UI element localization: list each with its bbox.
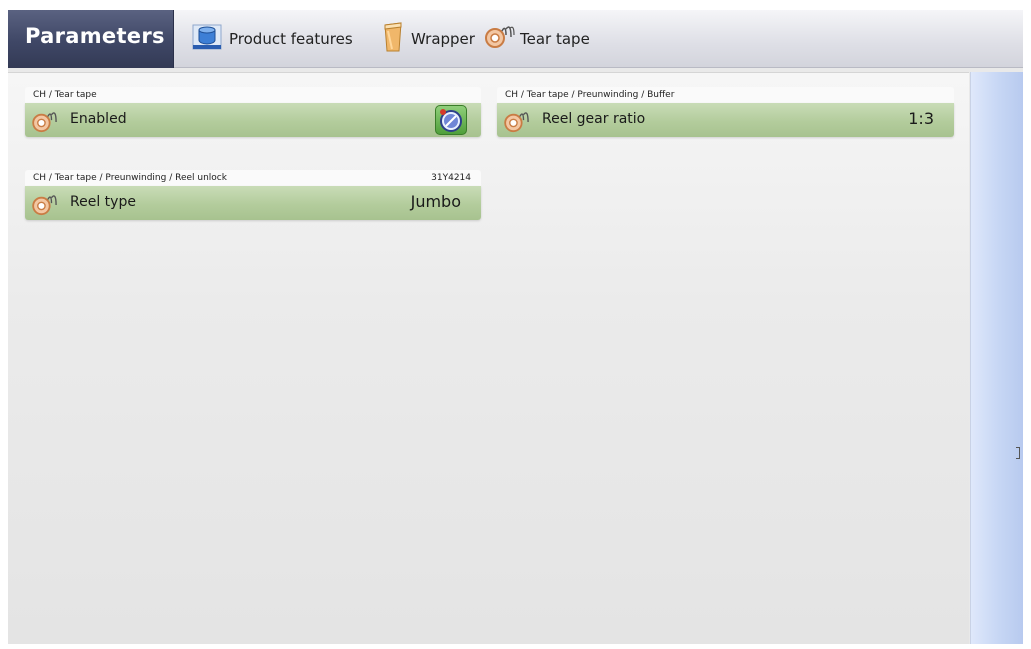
breadcrumb-tear-tape[interactable]: Tear tape [484,10,590,68]
enabled-toggle-button[interactable] [435,105,467,135]
param-card-reel-type: CH / Tear tape / Preunwinding / Reel unl… [25,170,481,220]
header-bar: Parameters Product features Wrapper Tear… [8,10,1023,68]
parameters-app: Parameters Product features Wrapper Tear… [8,10,1023,644]
tear-tape-icon [484,25,516,53]
card-path: CH / Tear tape / Preunwinding / Buffer [497,87,954,103]
wrapper-icon [382,21,404,57]
param-row-reel-type[interactable]: Reel type Jumbo [25,186,481,220]
tear-tape-icon [31,194,61,220]
breadcrumb-label: Wrapper [411,30,475,48]
breadcrumb-label: Product features [229,30,353,48]
cursor-icon [1016,447,1020,459]
param-card-enabled: CH / Tear tape Enabled [25,87,481,137]
parameters-panel: CH / Tear tape Enabled CH / Tear tape / … [8,72,969,644]
breadcrumb-product-features[interactable]: Product features [192,10,353,68]
vertical-scrollbar[interactable] [970,72,1023,644]
title-block: Parameters [8,10,174,68]
card-path: CH / Tear tape / Preunwinding / Reel unl… [25,170,481,186]
param-label: Enabled [70,111,127,127]
param-value: Jumbo [410,192,461,211]
breadcrumb-wrapper[interactable]: Wrapper [382,10,475,68]
param-label: Reel type [70,194,136,210]
param-row-reel-gear-ratio[interactable]: Reel gear ratio 1:3 [497,103,954,137]
card-path: CH / Tear tape [25,87,481,103]
param-row-enabled[interactable]: Enabled [25,103,481,137]
parameter-code: 31Y4214 [431,173,471,183]
param-value: 1:3 [908,109,934,128]
tear-tape-icon [31,111,61,137]
param-label: Reel gear ratio [542,111,646,127]
param-card-reel-gear-ratio: CH / Tear tape / Preunwinding / Buffer R… [497,87,954,137]
breadcrumb-label: Tear tape [520,30,590,48]
tear-tape-icon [503,111,533,137]
page-title: Parameters [25,24,165,48]
product-features-icon [192,24,222,54]
toggle-icon [436,109,466,138]
